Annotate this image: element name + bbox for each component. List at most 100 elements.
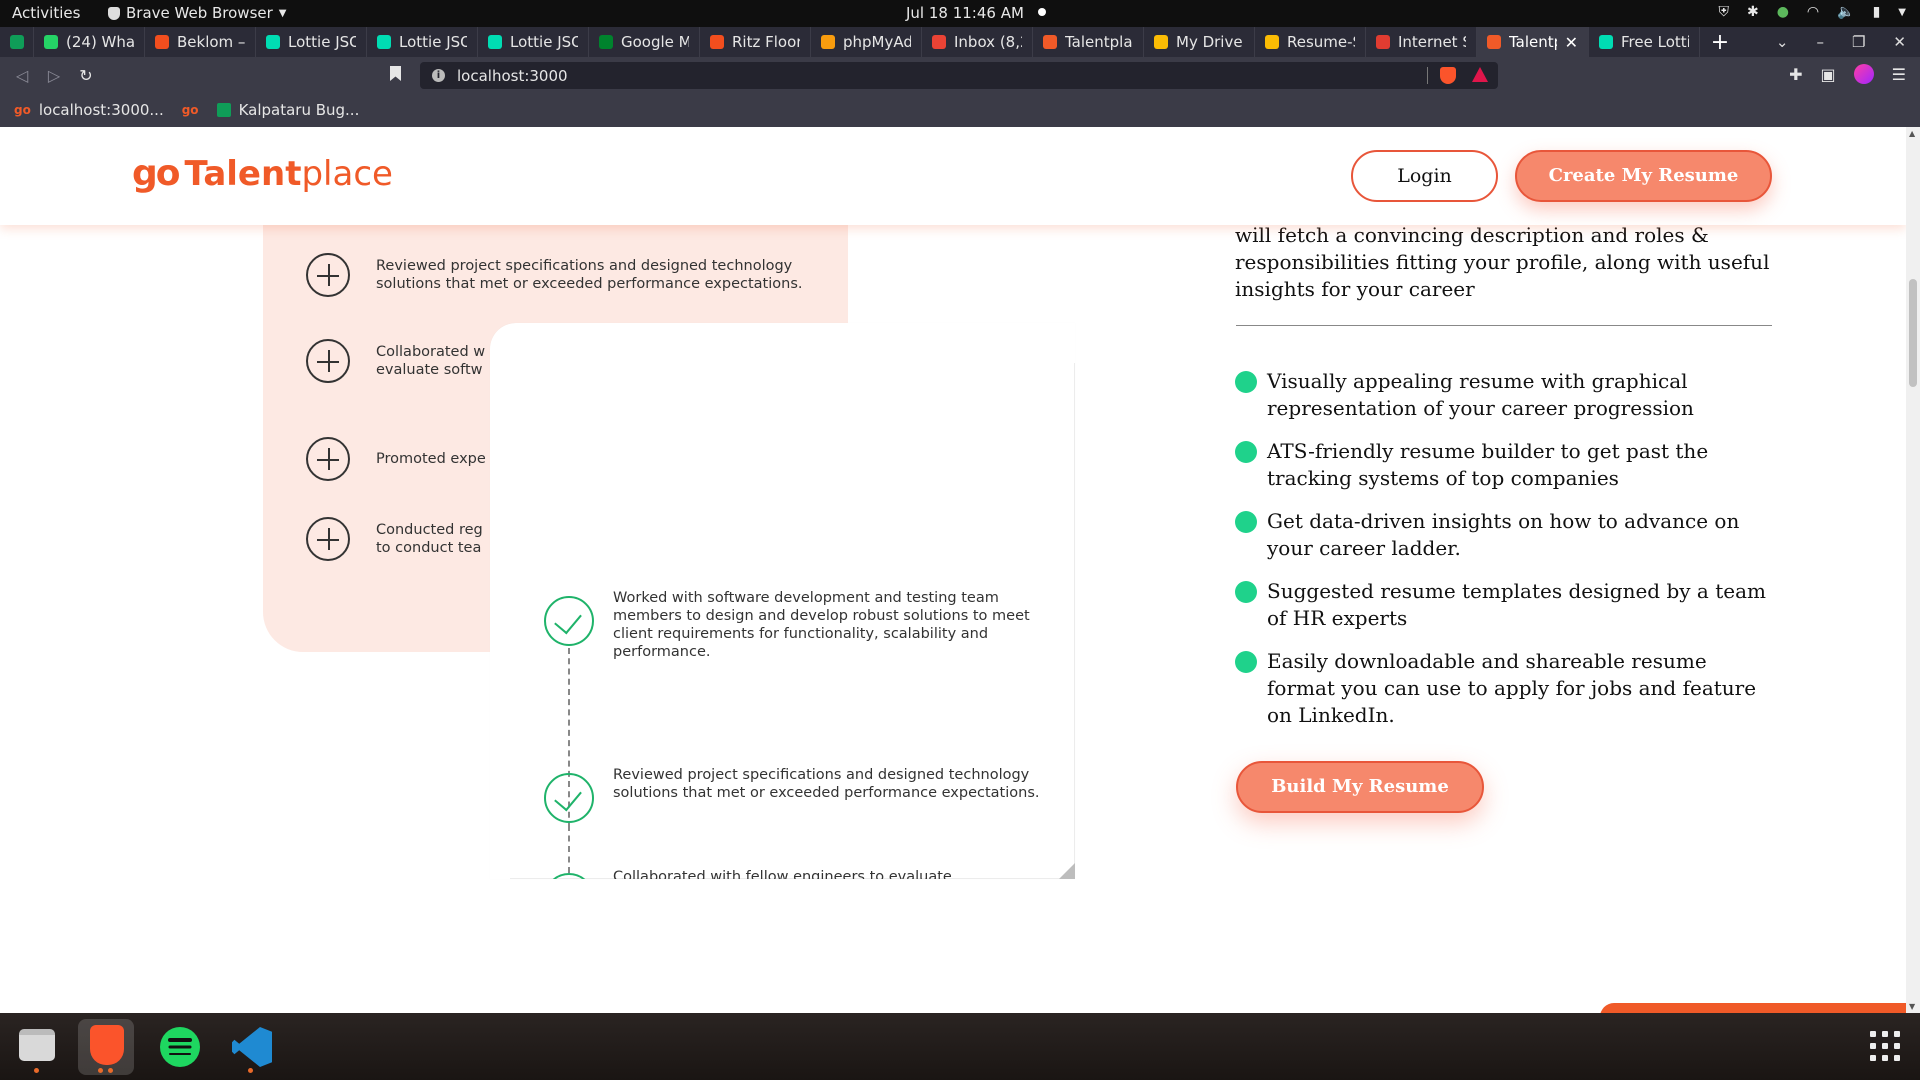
plus-item-text: Reviewed project specifications and desi…	[376, 258, 803, 292]
wallet-icon[interactable]: ▣	[1821, 65, 1836, 84]
spotify-icon	[160, 1027, 200, 1067]
tab-active[interactable]: Talentp ✕	[1477, 27, 1589, 57]
tab-favicon-icon	[1599, 35, 1613, 49]
tab[interactable]: (24) Whats	[34, 27, 145, 57]
tab-favicon-icon	[44, 35, 58, 49]
tab[interactable]: Google Me	[589, 27, 700, 57]
chevron-down-icon[interactable]: ▼	[1898, 7, 1906, 18]
plus-circle-icon	[306, 339, 350, 383]
tab[interactable]: phpMyAdr	[811, 27, 922, 57]
forward-arrow-icon[interactable]: ▷	[38, 66, 70, 85]
slack-icon[interactable]: ✱	[1747, 4, 1759, 20]
app-menu[interactable]: Brave Web Browser ▼	[108, 4, 286, 22]
tab[interactable]: Lottie JSO	[256, 27, 367, 57]
bookmark-item[interactable]: Kalpataru Bug...	[216, 101, 360, 119]
close-window-icon[interactable]: ✕	[1893, 33, 1906, 51]
tab-label: Talentp	[1509, 33, 1557, 51]
browser-toolbar: ◁ ▷ ↻ i localhost:3000 ✚ ▣ ☰	[0, 57, 1920, 93]
bullet-dot-icon	[1235, 511, 1257, 533]
toolbar-right-icons: ✚ ▣ ☰	[1789, 64, 1906, 84]
logo-wordmark: Talentplace	[185, 154, 393, 194]
bookmark-item[interactable]: go localhost:3000...	[14, 101, 164, 119]
clock[interactable]: Jul 18 11:46 AM	[906, 4, 1046, 22]
tab-favicon-icon	[488, 35, 502, 49]
tab-favicon-icon	[377, 35, 391, 49]
tab[interactable]: Lottie JSO	[367, 27, 478, 57]
build-my-resume-button[interactable]: Build My Resume	[1236, 761, 1484, 813]
tab[interactable]: Inbox (8,28	[922, 27, 1033, 57]
scroll-up-arrow-icon[interactable]: ▲	[1909, 129, 1915, 138]
bookmark-label: Kalpataru Bug...	[238, 101, 360, 119]
minimize-icon[interactable]: –	[1816, 33, 1824, 51]
tab-label: Lottie JSO	[510, 33, 578, 51]
profile-avatar-icon[interactable]	[1853, 64, 1874, 84]
new-tab-plus-icon[interactable]: +	[1700, 30, 1740, 55]
tab[interactable]: Ritz Floor -	[700, 27, 811, 57]
go-logo-icon: go	[14, 103, 31, 117]
maximize-icon[interactable]: ❐	[1852, 33, 1865, 51]
tab-close-icon[interactable]: ✕	[1565, 33, 1578, 52]
tab-strip: (24) Whats Beklom – F Lottie JSO Lottie JSO…	[0, 27, 1920, 57]
update-icon[interactable]: ●	[1777, 4, 1789, 20]
feature-text: Get data-driven insights on how to advan…	[1267, 509, 1740, 560]
taskbar-dock	[0, 1013, 1920, 1080]
activities-button[interactable]: Activities	[12, 4, 80, 22]
tab[interactable]	[0, 27, 34, 57]
dock-vscode[interactable]	[222, 1019, 278, 1075]
feature-description: will fetch a convincing description and …	[1235, 223, 1770, 301]
tab[interactable]: Internet Sp	[1366, 27, 1477, 57]
feature-item: Get data-driven insights on how to advan…	[1235, 508, 1775, 562]
tab[interactable]: Resume-SF	[1255, 27, 1366, 57]
logo-wordmark-light: place	[301, 153, 393, 194]
extensions-puzzle-icon[interactable]: ✚	[1789, 65, 1802, 84]
tab-search-chevron-icon[interactable]: ⌄	[1776, 33, 1789, 51]
tab[interactable]: Talentplac	[1033, 27, 1144, 57]
brave-rewards-icon[interactable]	[1472, 67, 1488, 82]
menu-hamburger-icon[interactable]: ☰	[1892, 65, 1906, 84]
next-section-edge	[1600, 1003, 1906, 1013]
go-logo-icon: go	[181, 103, 199, 117]
brave-shields-icon[interactable]	[1440, 67, 1456, 84]
tab[interactable]: Lottie JSO	[478, 27, 589, 57]
app-menu-label: Brave Web Browser	[126, 4, 273, 22]
page-scrollbar[interactable]: ▲ ▼	[1906, 127, 1920, 1013]
bookmark-item[interactable]: go	[182, 103, 199, 117]
shield-icon[interactable]: ⛨	[1718, 4, 1729, 20]
reload-icon[interactable]: ↻	[70, 66, 102, 85]
scrollbar-thumb[interactable]	[1909, 279, 1917, 387]
show-applications-grid-icon[interactable]	[1870, 1031, 1900, 1061]
feature-text: Suggested resume templates designed by a…	[1267, 579, 1766, 630]
bullet-dot-icon	[1235, 651, 1257, 673]
tab-label: Talentplac	[1065, 33, 1133, 51]
url-text: localhost:3000	[457, 66, 568, 85]
talentplace-logo[interactable]: go Talentplace	[132, 153, 393, 194]
tab[interactable]: Free Lottie	[1589, 27, 1700, 57]
tab-label: Free Lottie	[1621, 33, 1689, 51]
scroll-down-arrow-icon[interactable]: ▼	[1909, 1002, 1915, 1011]
dock-spotify[interactable]	[151, 1019, 207, 1075]
section-divider	[1236, 325, 1772, 326]
tab-favicon-icon	[9, 35, 24, 49]
url-input[interactable]: i localhost:3000	[420, 62, 1498, 89]
battery-icon[interactable]: ▮	[1873, 4, 1881, 20]
tab-favicon-icon	[599, 35, 613, 49]
check-item-text: Reviewed project specifications and desi…	[613, 767, 1040, 801]
login-button[interactable]: Login	[1351, 150, 1498, 202]
system-tray[interactable]: ⛨ ✱ ● ◠ 🔈 ▮ ▼	[1718, 4, 1906, 20]
wifi-icon[interactable]: ◠	[1807, 4, 1819, 20]
tab[interactable]: My Drive - (	[1144, 27, 1255, 57]
back-arrow-icon[interactable]: ◁	[6, 66, 38, 85]
tab-favicon-icon	[1043, 35, 1057, 49]
bookmark-icon[interactable]	[390, 66, 401, 81]
dock-files[interactable]	[8, 1019, 64, 1075]
tab-favicon-icon	[932, 35, 946, 49]
tab[interactable]: Beklom – F	[145, 27, 256, 57]
running-indicator	[248, 1068, 253, 1073]
url-divider	[1427, 67, 1428, 84]
volume-icon[interactable]: 🔈	[1837, 4, 1854, 20]
tab-label: Ritz Floor -	[732, 33, 800, 51]
notification-dot-icon	[1037, 8, 1046, 16]
create-my-resume-button[interactable]: Create My Resume	[1515, 150, 1772, 202]
site-info-icon[interactable]: i	[432, 69, 445, 82]
dock-brave[interactable]	[78, 1019, 134, 1075]
